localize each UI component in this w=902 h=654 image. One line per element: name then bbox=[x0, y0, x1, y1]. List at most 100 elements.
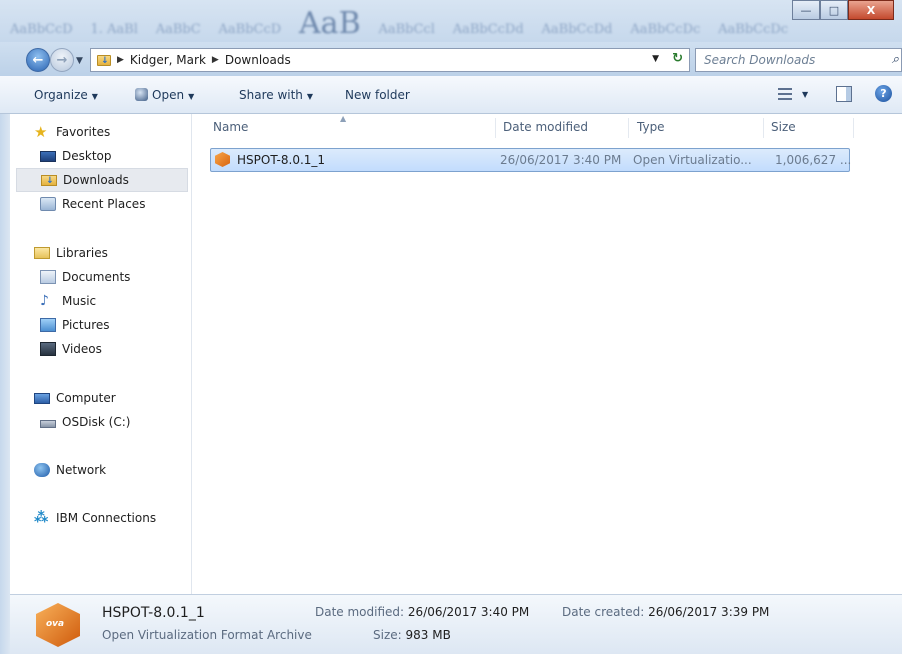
preview-text: AaBbCcl bbox=[378, 22, 435, 37]
chevron-down-icon: ▼ bbox=[306, 92, 314, 101]
sidebar-item-computer[interactable]: Computer bbox=[34, 386, 184, 410]
sidebar-item-videos[interactable]: Videos bbox=[40, 337, 190, 361]
music-icon: ♪ bbox=[40, 293, 49, 309]
file-type: Open Virtualizatio... bbox=[633, 153, 752, 167]
sidebar-label: Documents bbox=[62, 270, 131, 284]
preview-text: AaBbCcDc bbox=[630, 22, 701, 37]
sort-ascending-icon: ▲ bbox=[340, 114, 347, 123]
sidebar-item-network[interactable]: Network bbox=[34, 458, 184, 482]
sidebar-label: Pictures bbox=[62, 318, 110, 332]
help-icon[interactable]: ? bbox=[875, 85, 892, 102]
sidebar-item-pictures[interactable]: Pictures bbox=[40, 313, 190, 337]
details-label: Date modified: bbox=[315, 605, 405, 619]
sidebar-item-downloads[interactable]: ↓ Downloads bbox=[16, 168, 188, 192]
minimize-button[interactable]: — bbox=[792, 0, 820, 20]
search-placeholder: Search Downloads bbox=[704, 53, 816, 67]
videos-icon bbox=[40, 342, 56, 356]
breadcrumb-separator-icon[interactable]: ▶ bbox=[212, 55, 219, 65]
chevron-down-icon: ▼ bbox=[91, 92, 98, 101]
details-file-name: HSPOT-8.0.1_1 bbox=[102, 605, 205, 621]
sidebar-label: IBM Connections bbox=[56, 511, 157, 525]
change-view-icon[interactable] bbox=[778, 88, 792, 100]
sidebar-item-desktop[interactable]: Desktop bbox=[40, 144, 190, 168]
file-size: 1,006,627 ... bbox=[775, 153, 852, 167]
new-folder-button[interactable]: New folder bbox=[345, 88, 410, 102]
file-row[interactable]: HSPOT-8.0.1_1 26/06/2017 3:40 PM Open Vi… bbox=[210, 148, 852, 172]
sidebar-item-recent-places[interactable]: Recent Places bbox=[40, 192, 190, 216]
close-button[interactable]: X bbox=[848, 0, 894, 20]
view-options-dropdown-icon[interactable]: ▼ bbox=[802, 90, 808, 99]
sidebar-item-libraries[interactable]: Libraries bbox=[34, 241, 184, 265]
ova-file-icon: ova bbox=[36, 603, 80, 647]
address-bar[interactable]: ↓ ▶ Kidger, Mark ▶ Downloads ▼ ↻ bbox=[90, 48, 690, 72]
details-value: 26/06/2017 3:39 PM bbox=[648, 605, 770, 619]
preview-text: AaBbCcDc bbox=[718, 22, 789, 37]
details-date-created: Date created: 26/06/2017 3:39 PM bbox=[562, 605, 769, 619]
navigation-bar: ← → ▼ ↓ ▶ Kidger, Mark ▶ Downloads ▼ ↻ S… bbox=[0, 42, 902, 76]
sidebar-label: Network bbox=[56, 463, 107, 477]
preview-text: AaBbCcDd bbox=[452, 22, 524, 37]
column-divider[interactable] bbox=[853, 118, 854, 138]
search-input[interactable]: Search Downloads ⌕ bbox=[695, 48, 902, 72]
details-size: Size: 983 MB bbox=[373, 628, 451, 642]
maximize-button[interactable]: □ bbox=[820, 0, 848, 20]
sidebar-label: Music bbox=[62, 294, 97, 308]
recent-pages-dropdown[interactable]: ▼ bbox=[76, 56, 83, 66]
ibm-connections-icon: ⁂ bbox=[34, 510, 49, 526]
computer-icon bbox=[34, 392, 50, 404]
column-header-name[interactable]: Name bbox=[213, 120, 248, 134]
libraries-icon bbox=[34, 247, 50, 259]
preview-text: 1. AaBl bbox=[90, 22, 138, 37]
share-with-button[interactable]: Share with ▼ bbox=[239, 88, 313, 102]
sidebar-item-ibm-connections[interactable]: ⁂ IBM Connections bbox=[34, 506, 184, 530]
sidebar-label: Computer bbox=[56, 391, 116, 405]
details-file-type: Open Virtualization Format Archive bbox=[102, 628, 312, 642]
sidebar-item-music[interactable]: ♪ Music bbox=[40, 289, 190, 313]
column-divider[interactable] bbox=[763, 118, 764, 138]
sidebar-label: Recent Places bbox=[62, 197, 146, 211]
forward-button[interactable]: → bbox=[50, 48, 74, 72]
sidebar-label: OSDisk (C:) bbox=[62, 415, 131, 429]
title-bar: AaBbCcD 1. AaBl AaBbC AaBbCcD AaB AaBbCc… bbox=[0, 0, 902, 42]
desktop-icon bbox=[40, 150, 56, 162]
column-header-date-modified[interactable]: Date modified bbox=[503, 120, 588, 134]
downloads-folder-icon: ↓ bbox=[41, 174, 57, 186]
recent-places-icon bbox=[40, 197, 56, 211]
sidebar-item-osdisk[interactable]: OSDisk (C:) bbox=[40, 410, 190, 434]
breadcrumb-kidger-mark[interactable]: Kidger, Mark bbox=[130, 53, 206, 67]
share-with-label: Share with bbox=[239, 88, 303, 102]
preview-pane-icon[interactable] bbox=[836, 86, 852, 102]
preview-text: AaBbCcD bbox=[218, 22, 282, 37]
column-divider[interactable] bbox=[628, 118, 629, 138]
open-label: Open bbox=[152, 88, 185, 102]
refresh-icon[interactable]: ↻ bbox=[672, 51, 683, 66]
address-dropdown-icon[interactable]: ▼ bbox=[652, 54, 659, 64]
file-name: HSPOT-8.0.1_1 bbox=[237, 153, 326, 167]
command-bar: Organize ▼ Open ▼ Share with ▼ New folder ▼… bbox=[0, 76, 902, 114]
back-button[interactable]: ← bbox=[26, 48, 50, 72]
sidebar-item-documents[interactable]: Documents bbox=[40, 265, 190, 289]
open-button[interactable]: Open ▼ bbox=[135, 88, 194, 102]
downloads-folder-icon: ↓ bbox=[97, 54, 111, 66]
sidebar-item-favorites[interactable]: ★ Favorites bbox=[34, 120, 184, 144]
column-divider[interactable] bbox=[495, 118, 496, 138]
details-date-modified: Date modified: 26/06/2017 3:40 PM bbox=[315, 605, 529, 619]
breadcrumb-separator-icon[interactable]: ▶ bbox=[117, 55, 124, 65]
background-font-preview: AaBbCcD 1. AaBl AaBbC AaBbCcD AaB AaBbCc… bbox=[10, 6, 802, 41]
column-header-type[interactable]: Type bbox=[637, 120, 665, 134]
search-icon[interactable]: ⌕ bbox=[892, 52, 899, 67]
ova-file-icon bbox=[215, 152, 230, 167]
star-icon: ★ bbox=[34, 123, 48, 141]
window-frame-edge bbox=[0, 114, 10, 654]
sidebar-label: Downloads bbox=[63, 173, 129, 187]
column-header-size[interactable]: Size bbox=[771, 120, 796, 134]
file-date-modified: 26/06/2017 3:40 PM bbox=[500, 153, 622, 167]
sidebar-label: Desktop bbox=[62, 149, 112, 163]
organize-button[interactable]: Organize ▼ bbox=[34, 88, 98, 102]
hard-disk-icon bbox=[40, 419, 56, 428]
preview-text: AaBbCcD bbox=[10, 22, 73, 37]
breadcrumb-downloads[interactable]: Downloads bbox=[225, 53, 291, 67]
preview-text: AaB bbox=[299, 6, 361, 41]
details-label: Date created: bbox=[562, 605, 645, 619]
preview-text: AaBbCcDd bbox=[541, 22, 613, 37]
